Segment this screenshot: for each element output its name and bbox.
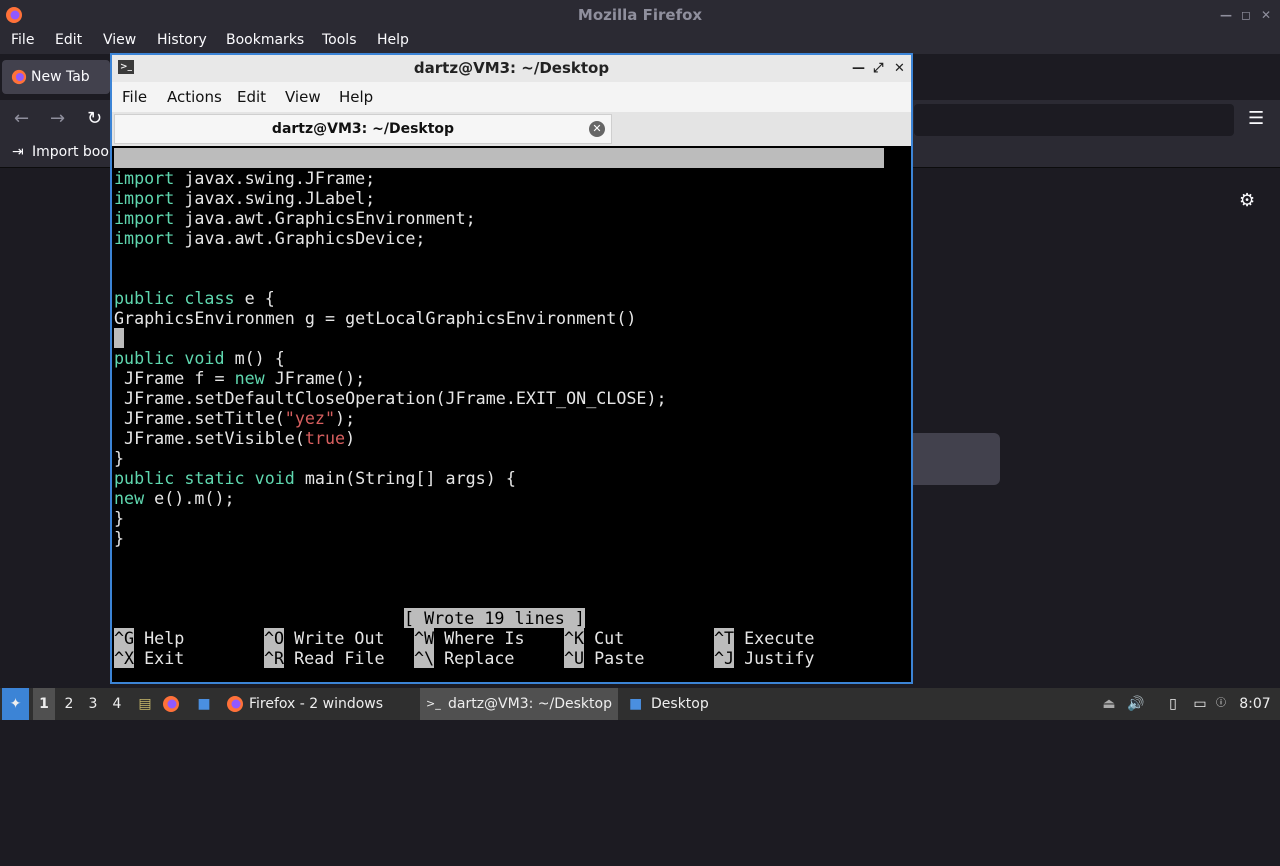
workspace-4[interactable]: 4 [108,688,126,720]
nano-filename: e.java [504,188,565,208]
minimize-icon[interactable]: — [852,55,865,82]
firefox-titlebar: Mozilla Firefox — ◻ ✕ [0,0,1280,30]
tab-label: New Tab [31,69,90,85]
text-cursor [114,328,125,348]
menu-edit[interactable]: Edit [55,32,82,48]
search-box[interactable] [913,433,1000,485]
firefox-menubar: File Edit View History Bookmarks Tools H… [0,30,1280,54]
file-manager-icon[interactable]: ▤ [134,688,156,720]
firefox-icon [11,69,27,85]
shortcut-exit[interactable]: ^X Exit [114,648,184,668]
code-line: JFrame.setVisible(true) [114,428,356,448]
desktop-launcher-icon[interactable]: ■ [192,688,216,720]
menu-history[interactable]: History [157,32,207,48]
code-line: } [114,448,125,468]
terminal-window: >_ dartz@VM3: ~/Desktop — ⤢ ✕ File Actio… [110,53,913,684]
code-line: import javax.swing.JLabel; [114,188,376,208]
shortcut-justify[interactable]: ^J Justify [714,648,814,668]
code-line: public static void main(String[] args) { [114,468,516,488]
tab-new-tab[interactable]: New Tab [2,60,110,94]
term-menu-file[interactable]: File [122,88,147,106]
code-line: JFrame f = new JFrame(); [114,368,366,388]
reload-icon[interactable]: ↻ [87,108,102,129]
back-icon[interactable]: ← [14,108,29,129]
firefox-launcher-icon[interactable] [162,688,186,720]
term-menu-edit[interactable]: Edit [237,88,266,106]
menu-help[interactable]: Help [377,32,409,48]
terminal-titlebar: >_ dartz@VM3: ~/Desktop — ⤢ ✕ [112,55,911,82]
taskbar-terminal[interactable]: >_ dartz@VM3: ~/Desktop [420,688,618,720]
menu-view[interactable]: View [103,32,136,48]
terminal-window-title: dartz@VM3: ~/Desktop [413,59,610,77]
code-line: import javax.swing.JFrame; [114,168,376,188]
code-line: JFrame.setDefaultCloseOperation(JFrame.E… [114,388,667,408]
code-line: public class e { [114,288,275,308]
app-menu-icon[interactable]: ✦ [2,688,29,720]
shortcut-write-out[interactable]: ^O Write Out [264,628,385,648]
maximize-icon[interactable]: ⤢ [873,55,883,82]
code-line: new e().m(); [114,488,235,508]
firefox-icon [6,7,22,23]
menu-bookmarks[interactable]: Bookmarks [226,32,304,48]
workspace-3[interactable]: 3 [84,688,102,720]
shortcut-replace[interactable]: ^\ Replace [414,648,514,668]
shortcut-help[interactable]: ^G Help [114,628,184,648]
menu-file[interactable]: File [11,32,34,48]
terminal-tab-title: dartz@VM3: ~/Desktop [271,121,455,137]
taskbar-firefox[interactable]: Firefox - 2 windows [222,688,412,720]
code-line: } [114,508,125,528]
menu-tools[interactable]: Tools [322,32,357,48]
taskbar-desktop-label: Desktop [651,696,709,712]
shortcut-read-file[interactable]: ^R Read File [264,648,385,668]
address-bar[interactable] [914,104,1234,136]
code-line: public void m() { [114,348,285,368]
terminal-icon: >_ [426,697,441,710]
tab-close-icon[interactable]: ✕ [589,121,605,137]
clock[interactable]: 8:07 [1234,688,1276,720]
network-icon[interactable]: ▭ [1190,688,1210,720]
term-menu-actions[interactable]: Actions [167,88,222,106]
clipboard-icon[interactable]: ▯ [1164,688,1182,720]
term-menu-view[interactable]: View [285,88,321,106]
terminal-tab[interactable]: dartz@VM3: ~/Desktop ✕ [114,114,612,144]
nano-editor[interactable]: GNU nano 5.6.1 e.java import javax.swing… [114,146,911,682]
shortcut-cut[interactable]: ^K Cut [564,628,624,648]
firefox-icon [227,696,243,712]
taskbar-terminal-label: dartz@VM3: ~/Desktop [448,696,612,712]
workspace-1[interactable]: 1 [33,688,55,720]
code-line: import java.awt.GraphicsEnvironment; [114,208,476,228]
taskbar-desktop[interactable]: ■ Desktop [624,688,734,720]
volume-icon[interactable]: 🔊 [1126,688,1146,720]
import-bookmarks-icon: ⇥ [12,144,24,160]
close-icon[interactable]: ✕ [1261,0,1271,30]
minimize-icon[interactable]: — [1220,0,1232,30]
maximize-icon[interactable]: ◻ [1241,0,1251,30]
folder-icon: ■ [629,696,643,712]
terminal-menubar: File Actions Edit View Help [112,82,911,112]
shortcut-paste[interactable]: ^U Paste [564,648,644,668]
nano-header: GNU nano 5.6.1 e.java [114,148,884,208]
firefox-window-title: Mozilla Firefox [577,6,703,24]
nano-status-message: [ Wrote 19 lines ] [404,608,585,628]
taskbar: ✦ 1 2 3 4 ▤ ■ Firefox - 2 windows >_ dar… [0,688,1280,720]
term-menu-help[interactable]: Help [339,88,373,106]
forward-icon[interactable]: → [50,108,65,129]
settings-gear-icon[interactable]: ⚙ [1239,190,1255,211]
shortcut-where-is[interactable]: ^W Where Is [414,628,525,648]
taskbar-firefox-label: Firefox - 2 windows [249,696,384,712]
code-line [114,328,125,348]
shortcut-execute[interactable]: ^T Execute [714,628,814,648]
code-line: import java.awt.GraphicsDevice; [114,228,426,248]
code-line: } [114,528,125,548]
close-icon[interactable]: ✕ [894,55,905,82]
hamburger-menu-icon[interactable]: ☰ [1248,108,1264,129]
eject-icon[interactable]: ⏏ [1100,688,1118,720]
terminal-icon: >_ [118,60,134,74]
code-line: JFrame.setTitle("yez"); [114,408,356,428]
workspace-2[interactable]: 2 [60,688,78,720]
code-line: GraphicsEnvironmen g = getLocalGraphicsE… [114,308,637,328]
notification-icon[interactable]: ⓘ [1214,688,1228,720]
